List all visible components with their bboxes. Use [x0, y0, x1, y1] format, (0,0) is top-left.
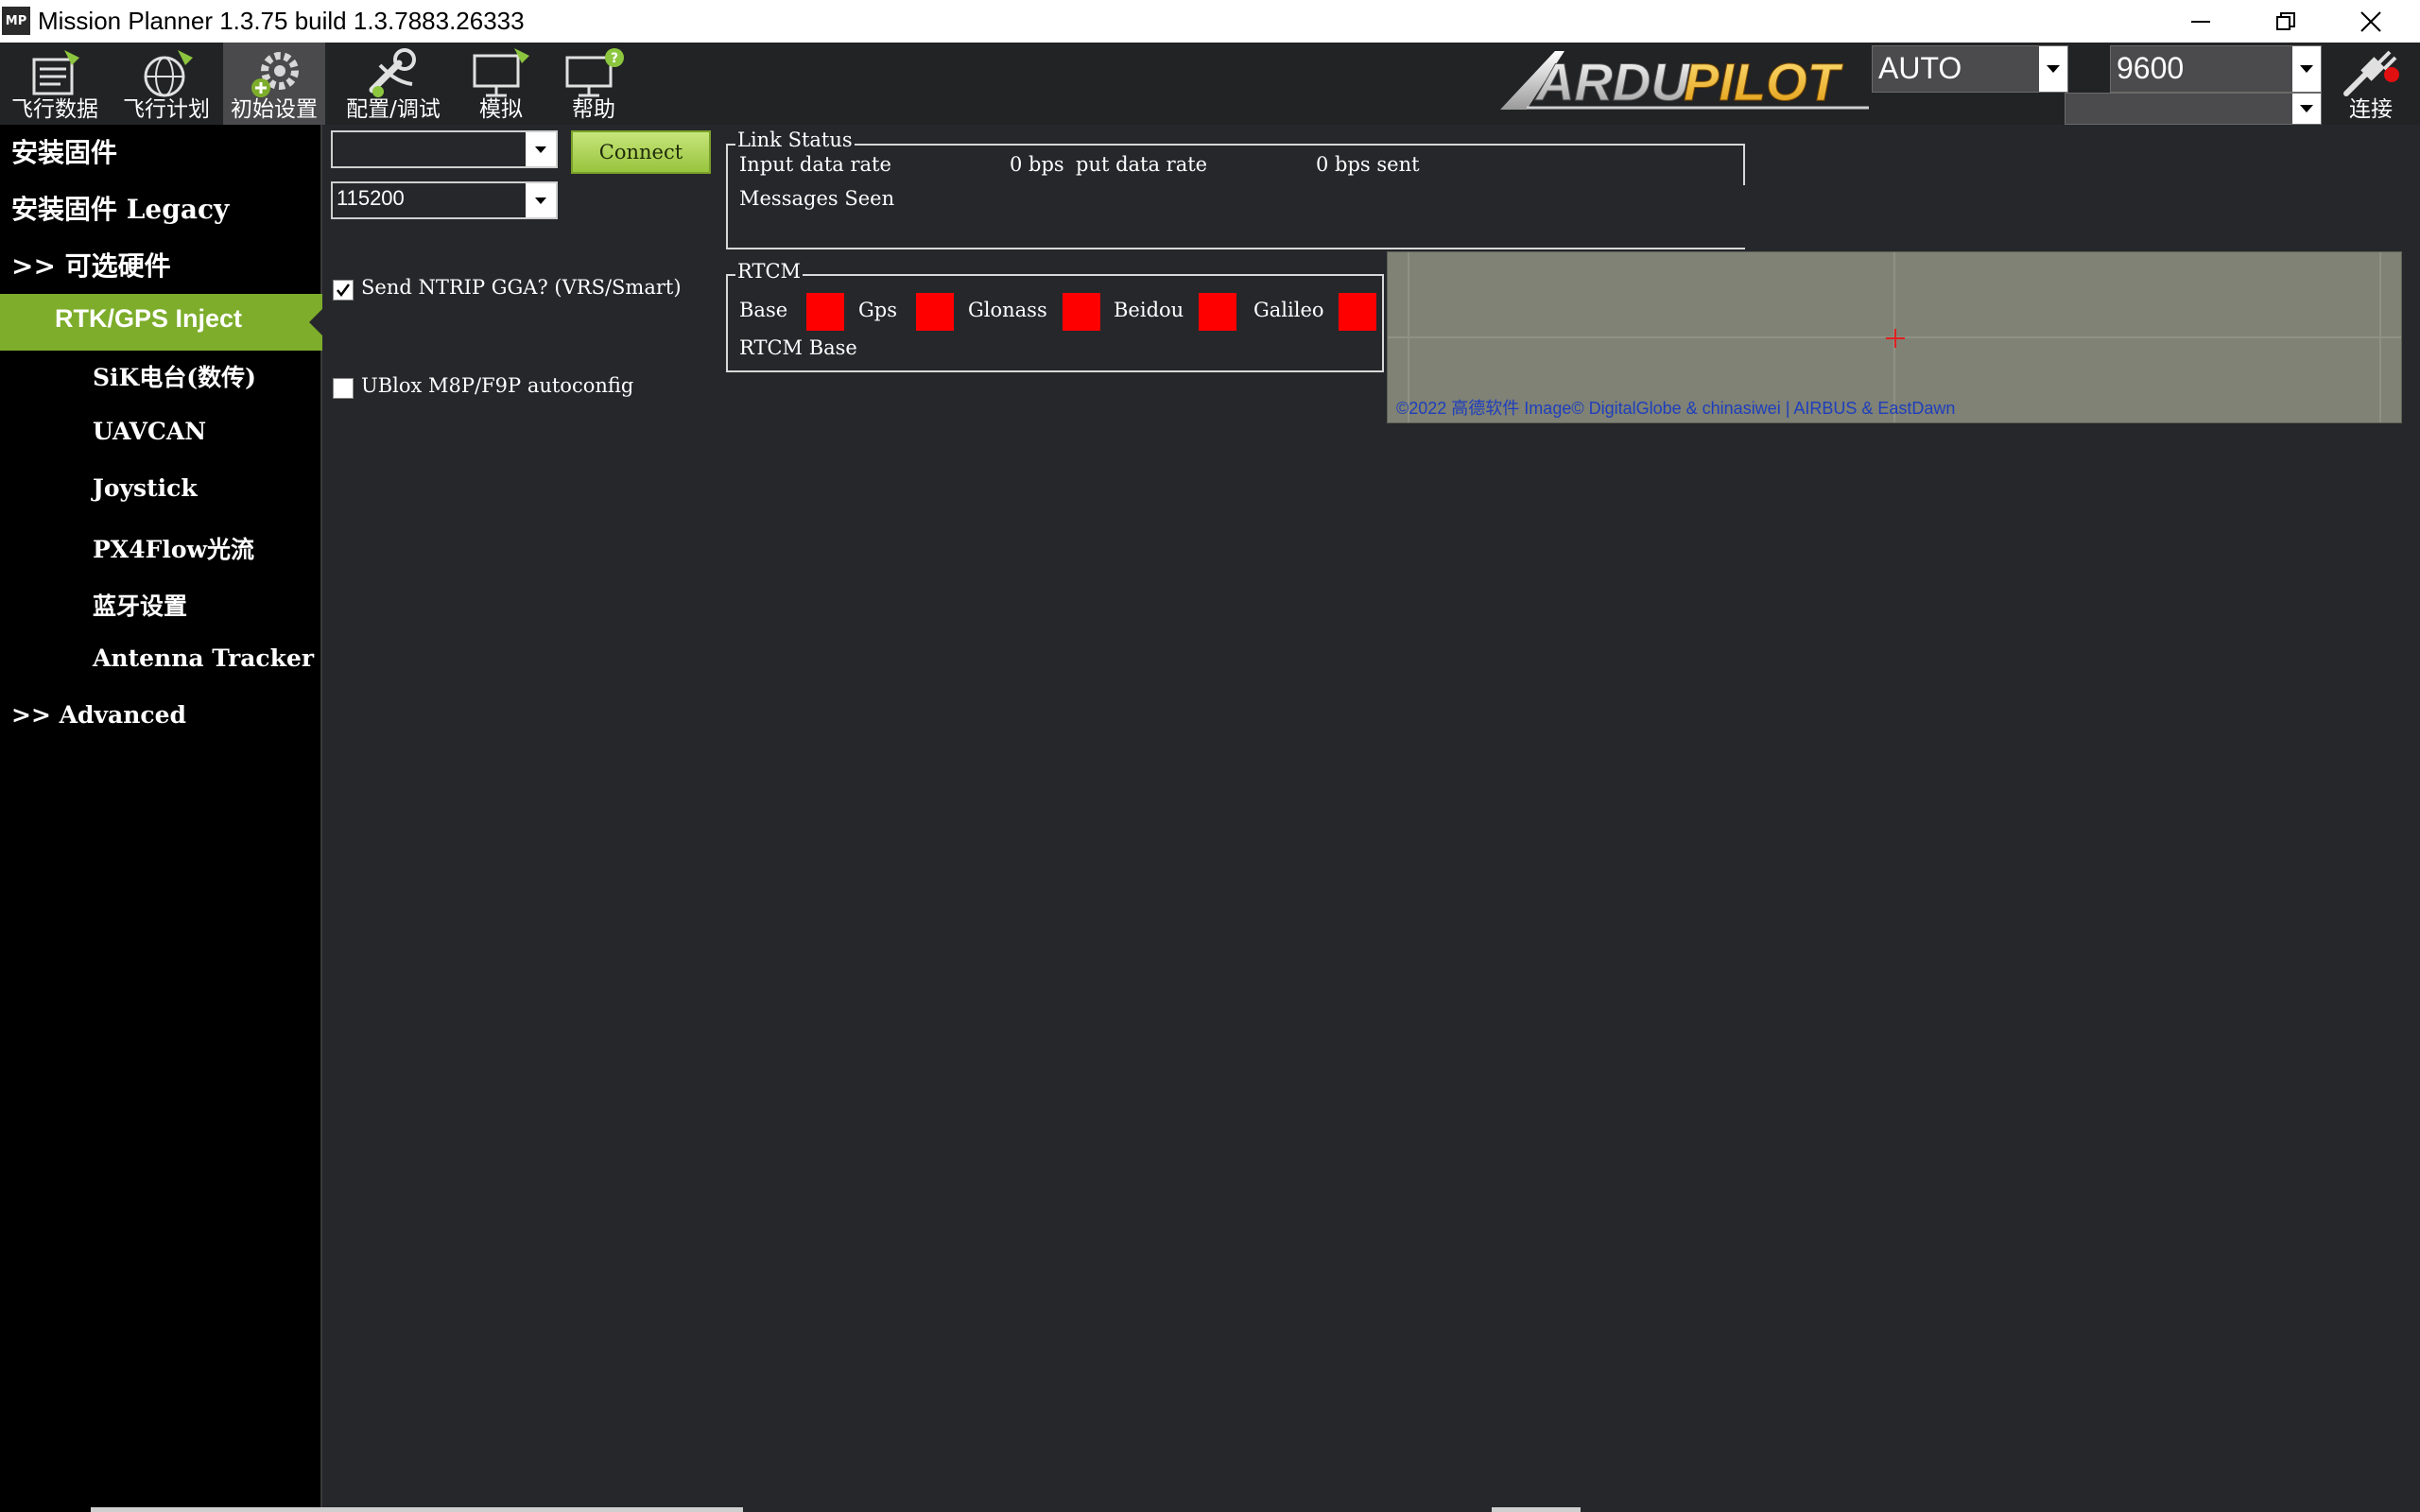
svg-text:?: ?: [611, 51, 618, 66]
send-ntrip-checkbox[interactable]: [333, 280, 354, 301]
flight-data-button[interactable]: 飞行数据: [0, 43, 110, 125]
flight-data-label: 飞行数据: [11, 97, 98, 122]
port-select[interactable]: [2065, 93, 2322, 125]
initial-setup-label: 初始设置: [231, 97, 318, 122]
messages-seen-label: Messages Seen: [739, 187, 895, 210]
window-title: Mission Planner 1.3.75 build 1.3.7883.26…: [38, 7, 525, 35]
simulation-label: 模拟: [479, 97, 523, 122]
sidebar-item-install-firmware-legacy[interactable]: 安装固件 Legacy: [11, 189, 229, 227]
connect-button[interactable]: 连接: [2327, 43, 2414, 125]
rtk-connect-button[interactable]: Connect: [571, 130, 711, 174]
flight-plan-button[interactable]: 飞行计划: [113, 43, 219, 125]
group-border: [1743, 144, 1745, 185]
initial-setup-icon: [251, 52, 299, 97]
connect-label: 连接: [2349, 97, 2393, 122]
rtcm-base-status-indicator: [806, 293, 844, 331]
sidebar-item-joystick[interactable]: Joystick: [93, 474, 198, 502]
svg-text:ARDU: ARDU: [1534, 52, 1690, 112]
title-bar: MP Mission Planner 1.3.75 build 1.3.7883…: [0, 0, 2420, 43]
chevron-down-icon[interactable]: [2039, 46, 2067, 92]
help-icon: ?: [565, 48, 624, 97]
simulation-button[interactable]: 模拟: [458, 43, 544, 125]
rtk-port-select[interactable]: [331, 130, 558, 168]
rtcm-glonass-status-indicator: [1063, 293, 1100, 331]
sidebar-item-bluetooth[interactable]: 蓝牙设置: [93, 588, 187, 622]
help-label: 帮助: [572, 97, 615, 122]
rtk-baud-select[interactable]: 115200: [331, 181, 558, 219]
horizontal-scrollbar[interactable]: [91, 1507, 743, 1512]
link-status-title: Link Status: [735, 129, 855, 151]
sidebar-item-label: RTK/GPS Inject: [55, 304, 243, 333]
rtk-baud-value: 115200: [337, 186, 405, 210]
rtcm-base-indicator-label: Base: [739, 299, 788, 321]
rtcm-beidou-indicator-label: Beidou: [1114, 299, 1184, 321]
flight-plan-label: 飞行计划: [123, 97, 210, 122]
minimize-icon: [2191, 20, 2210, 23]
connect-plug-icon: [2343, 50, 2399, 96]
baud-rate-value: 9600: [2117, 51, 2185, 85]
active-indicator: [309, 309, 322, 335]
initial-setup-button[interactable]: 初始设置: [223, 43, 325, 125]
flight-data-icon: [32, 50, 79, 95]
config-tuning-icon: [369, 48, 416, 97]
close-button[interactable]: [2329, 0, 2412, 43]
input-rate-value: 0 bps: [1010, 153, 1064, 176]
config-tuning-button[interactable]: 配置/调试: [337, 43, 450, 125]
close-icon: [2360, 10, 2381, 32]
config-tuning-label: 配置/调试: [346, 97, 441, 122]
ardupilot-logo: ARDU PILOT: [1500, 51, 1869, 112]
sidebar-item-px4flow[interactable]: PX4Flow光流: [93, 531, 254, 565]
sidebar-item-antenna-tracker[interactable]: Antenna Tracker: [93, 644, 314, 672]
input-rate-label: Input data rate: [739, 153, 891, 176]
sidebar-item-advanced[interactable]: >> Advanced: [11, 701, 186, 729]
chevron-down-icon[interactable]: [2292, 94, 2321, 124]
send-ntrip-label: Send NTRIP GGA? (VRS/Smart): [361, 276, 682, 299]
crosshair-icon: [1886, 329, 1905, 348]
sidebar-item-uavcan[interactable]: UAVCAN: [93, 418, 206, 445]
sidebar-item-install-firmware[interactable]: 安装固件: [11, 132, 117, 170]
rtcm-glonass-indicator-label: Glonass: [968, 299, 1047, 321]
restore-icon: [2276, 11, 2295, 30]
horizontal-scrollbar-thumb[interactable]: [1492, 1507, 1581, 1512]
rtcm-base-label: RTCM Base: [739, 336, 857, 359]
app-icon: MP: [2, 7, 30, 35]
sidebar-item-optional-hardware[interactable]: >> 可选硬件: [11, 246, 171, 284]
output-rate-value: 0 bps sent: [1316, 153, 1420, 176]
rtcm-galileo-indicator-label: Galileo: [1253, 299, 1324, 321]
ublox-autoconfig-checkbox[interactable]: [333, 378, 354, 399]
rtcm-beidou-status-indicator: [1199, 293, 1236, 331]
svg-text:PILOT: PILOT: [1684, 52, 1844, 112]
sidebar-item-sik-radio[interactable]: SiK电台(数传): [93, 359, 256, 393]
chevron-down-icon[interactable]: [526, 183, 556, 217]
flight-plan-icon: [144, 50, 193, 97]
checkmark-icon: [337, 284, 351, 298]
map-copyright: ©2022 高德软件 Image© DigitalGlobe & chinasi…: [1396, 399, 1956, 418]
baud-rate-select[interactable]: 9600: [2110, 45, 2322, 93]
help-button[interactable]: ? 帮助: [550, 43, 637, 125]
minimize-button[interactable]: [2159, 0, 2242, 43]
output-rate-label: put data rate: [1076, 153, 1208, 176]
chevron-down-icon[interactable]: [2292, 46, 2321, 92]
chevron-down-icon[interactable]: [526, 132, 556, 166]
rtcm-title: RTCM: [735, 260, 804, 283]
flight-mode-select[interactable]: AUTO: [1872, 45, 2068, 93]
main-toolbar: 飞行数据 飞行计划 初始设置 配置/调试 模拟 ? 帮助 ARDU PILOT …: [0, 43, 2420, 125]
rtcm-galileo-status-indicator: [1339, 293, 1376, 331]
rtcm-gps-status-indicator: [916, 293, 954, 331]
restore-button[interactable]: [2244, 0, 2327, 43]
rtcm-gps-indicator-label: Gps: [858, 299, 897, 321]
simulation-icon: [473, 48, 529, 97]
ublox-autoconfig-label: UBlox M8P/F9P autoconfig: [361, 374, 634, 397]
